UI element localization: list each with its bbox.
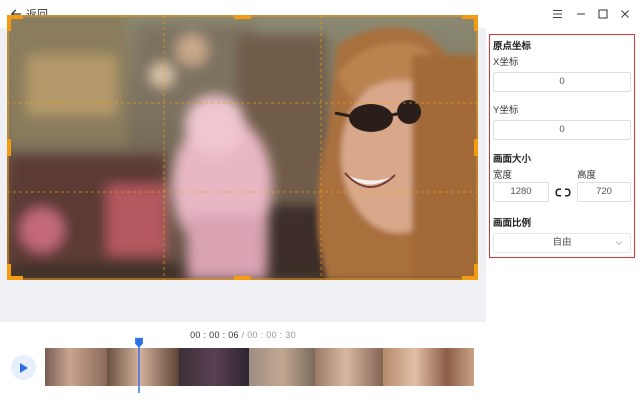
link-icon [555, 188, 571, 197]
current-seconds: 06 [228, 330, 239, 340]
thumbnail [45, 348, 107, 386]
height-label: 高度 [577, 170, 597, 181]
crop-editor-window: 返回 [0, 0, 640, 403]
maximize-button[interactable] [594, 5, 612, 23]
chevron-down-icon [615, 241, 623, 246]
y-coordinate-label: Y坐标 [493, 105, 519, 116]
total-duration: 00 : 00 : 30 [247, 330, 296, 340]
size-section-title: 画面大小 [493, 154, 532, 165]
timeline-area: 00 : 00 : 06 / 00 : 00 : 30 [0, 322, 486, 403]
minimize-icon [577, 13, 585, 15]
video-preview [7, 15, 478, 280]
current-hours: 00 [190, 330, 201, 340]
menu-icon [552, 9, 562, 19]
current-minutes: 00 [209, 330, 220, 340]
thumbnail [383, 348, 474, 386]
x-coordinate-input[interactable]: 0 [493, 72, 631, 92]
close-icon [621, 10, 629, 18]
playhead[interactable] [133, 336, 145, 394]
minimize-button[interactable] [572, 5, 590, 23]
menu-button[interactable] [548, 5, 566, 23]
maximize-icon [598, 9, 608, 19]
aspect-ratio-select[interactable]: 自由 [493, 233, 631, 253]
x-coordinate-label: X坐标 [493, 57, 519, 68]
thumbnail [249, 348, 315, 386]
video-frame-image [7, 15, 478, 280]
ratio-section-title: 画面比例 [493, 218, 532, 229]
timecode: 00 : 00 : 06 / 00 : 00 : 30 [190, 330, 296, 340]
aspect-ratio-value: 自由 [552, 237, 572, 248]
play-button[interactable] [11, 355, 36, 380]
thumbnail [315, 348, 383, 386]
thumbnail [179, 348, 249, 386]
origin-section-title: 原点坐标 [493, 41, 532, 52]
close-button[interactable] [616, 5, 634, 23]
crop-settings-panel: 原点坐标 X坐标 0 Y坐标 0 画面大小 宽度 高度 1280 720 画面比… [489, 34, 635, 258]
y-coordinate-input[interactable]: 0 [493, 120, 631, 140]
width-label: 宽度 [493, 170, 513, 181]
width-input[interactable]: 1280 [493, 182, 549, 202]
height-input[interactable]: 720 [577, 182, 631, 202]
aspect-link-button[interactable] [553, 186, 573, 199]
thumbnail-strip[interactable] [45, 348, 474, 386]
play-icon [20, 362, 28, 373]
